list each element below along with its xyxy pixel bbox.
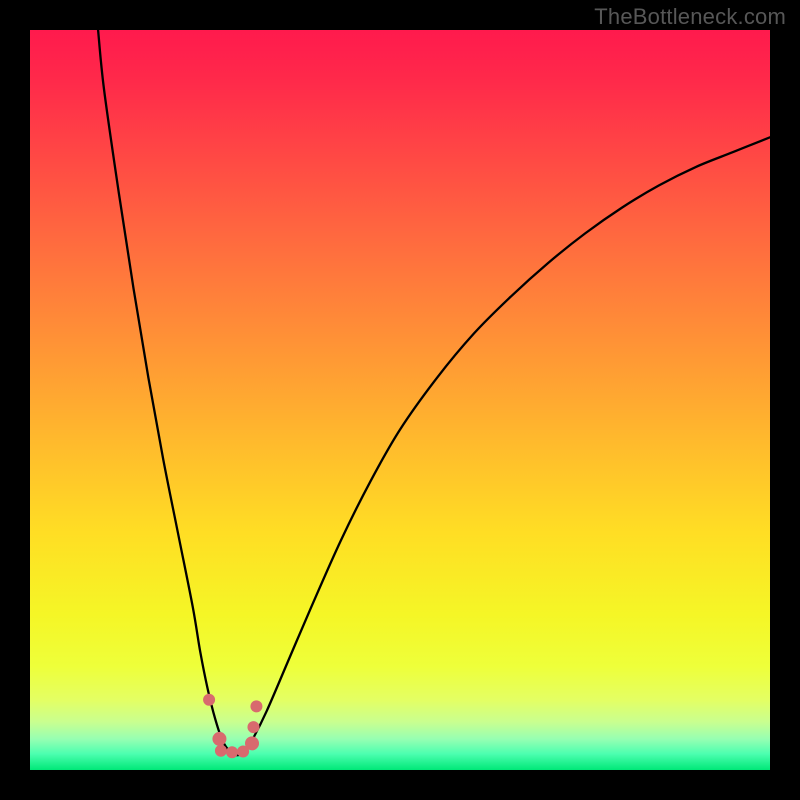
data-marker [245, 736, 259, 750]
data-marker [247, 721, 259, 733]
curve-layer [30, 30, 770, 770]
plot-area [30, 30, 770, 770]
data-marker [250, 700, 262, 712]
data-marker [215, 745, 227, 757]
data-marker [203, 694, 215, 706]
data-marker [226, 746, 238, 758]
chart-frame: TheBottleneck.com [0, 0, 800, 800]
watermark-text: TheBottleneck.com [594, 4, 786, 30]
data-marker [212, 732, 226, 746]
minimum-markers [203, 694, 262, 759]
bottleneck-curve [98, 30, 770, 755]
